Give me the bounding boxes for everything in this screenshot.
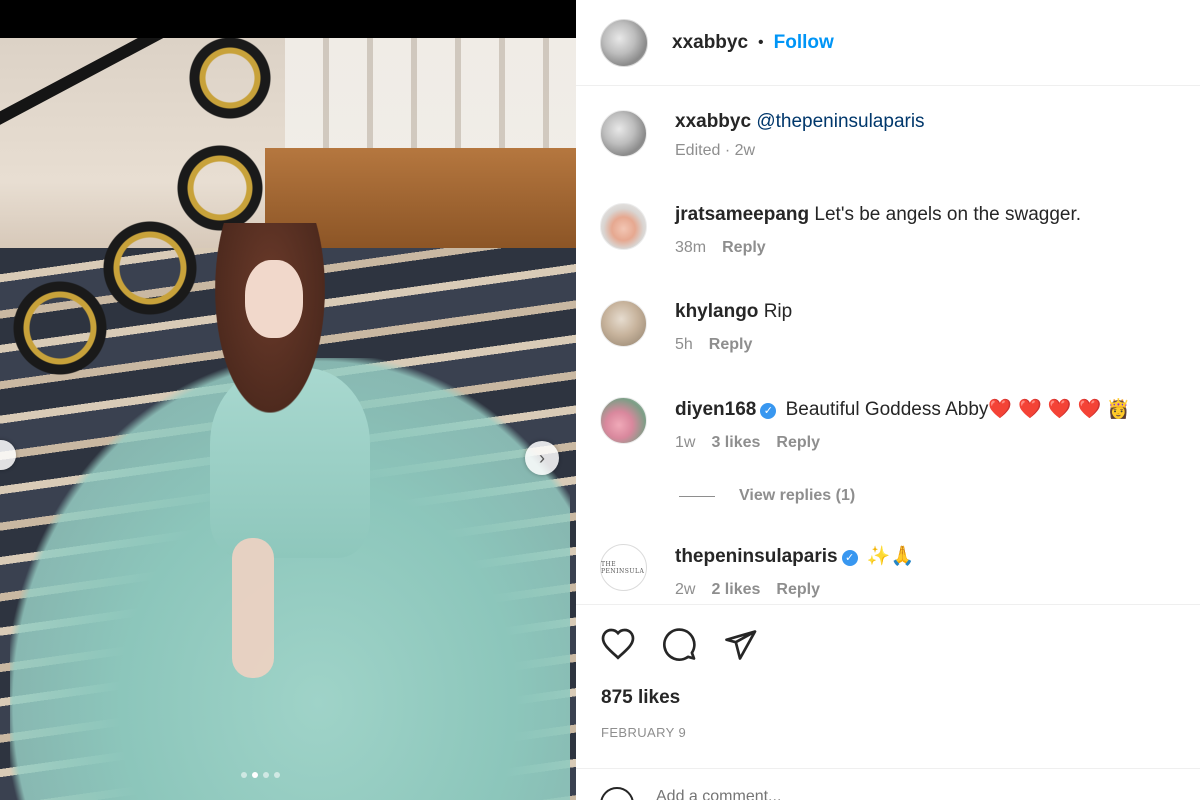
list-item: jratsameepang Let's be angels on the swa… (600, 203, 1081, 257)
carousel-dot[interactable] (252, 772, 258, 778)
comment-time: 1w (675, 434, 696, 451)
avatar[interactable]: THE PENINSULA (600, 544, 647, 591)
verified-badge-icon: ✓ (760, 403, 777, 419)
comment-likes[interactable]: 3 likes (711, 434, 760, 452)
photo-face (245, 260, 303, 338)
avatar[interactable] (600, 300, 647, 347)
caption: xxabbyc @thepeninsulaparis Edited · 2w (600, 110, 925, 160)
post-header: xxabbyc • Follow (576, 0, 1200, 86)
avatar-logo-text: THE PENINSULA (601, 560, 645, 575)
carousel-dot[interactable] (274, 772, 280, 778)
comment-text: Beautiful Goddess Abby (785, 399, 989, 420)
view-replies-divider (679, 495, 715, 497)
list-item: khylango Rip 5h Reply (600, 300, 792, 354)
comment-likes[interactable]: 2 likes (711, 581, 760, 599)
header-separator: • (758, 33, 764, 51)
reply-button[interactable]: Reply (776, 434, 820, 452)
follow-button[interactable]: Follow (774, 32, 834, 54)
carousel-dots (241, 772, 280, 778)
comment-username[interactable]: diyen168 (675, 399, 756, 420)
comment-time: 2w (675, 581, 696, 598)
reply-button[interactable]: Reply (709, 336, 753, 354)
carousel-next-button[interactable]: › (525, 441, 559, 475)
likes-count[interactable]: 875 likes (601, 687, 680, 709)
header-username[interactable]: xxabbyc (672, 32, 748, 54)
emoji-icon[interactable] (600, 787, 634, 800)
comment-text: Let's be angels on the swagger. (814, 204, 1082, 225)
post-media-pane: › (0, 0, 576, 800)
reply-button[interactable]: Reply (776, 581, 820, 599)
heart-icon[interactable] (600, 627, 636, 663)
chevron-right-icon: › (539, 447, 545, 468)
princess-emoji-icon: 👸 (1106, 398, 1131, 420)
avatar[interactable] (600, 110, 647, 157)
avatar[interactable] (600, 397, 647, 444)
post-side-panel: xxabbyc • Follow xxabbyc @thepeninsulapa… (576, 0, 1200, 800)
view-replies-label: View replies (1) (739, 487, 856, 504)
sparkles-pray-emoji-icon: ✨🙏 (866, 545, 915, 567)
comment-input[interactable] (656, 787, 1096, 800)
add-comment-bar (576, 768, 1200, 800)
share-icon[interactable] (722, 627, 758, 663)
comment-text: Rip (763, 301, 793, 322)
comment-time: 5h (675, 336, 693, 353)
comment-username[interactable]: jratsameepang (675, 204, 809, 225)
verified-badge-icon: ✓ (841, 550, 858, 566)
post-actions: 875 likes FEBRUARY 9 (576, 604, 1200, 768)
caption-username[interactable]: xxabbyc (675, 111, 751, 132)
list-item: diyen168 ✓ Beautiful Goddess Abby❤️ ❤️ ❤️… (600, 397, 1130, 452)
view-replies-button[interactable]: View replies (1) (679, 487, 855, 505)
heart-emoji-icon: ❤️ ❤️ ❤️ ❤️ (988, 398, 1102, 420)
avatar[interactable] (600, 18, 648, 67)
caption-mention[interactable]: @thepeninsulaparis (756, 111, 924, 132)
comment-username[interactable]: thepeninsulaparis (675, 546, 838, 567)
comment-username[interactable]: khylango (675, 301, 758, 322)
reply-button[interactable]: Reply (722, 239, 766, 257)
comment-icon[interactable] (661, 627, 697, 663)
post-date: FEBRUARY 9 (601, 725, 687, 740)
avatar[interactable] (600, 203, 647, 250)
carousel-dot[interactable] (241, 772, 247, 778)
list-item: THE PENINSULA thepeninsulaparis ✓ ✨🙏 2w 2… (600, 544, 914, 599)
comments-list[interactable]: xxabbyc @thepeninsulaparis Edited · 2w j… (576, 87, 1200, 604)
caption-edited: Edited · 2w (675, 142, 756, 159)
comment-time: 38m (675, 239, 707, 256)
post-photo[interactable]: › (0, 38, 576, 800)
carousel-dot[interactable] (263, 772, 269, 778)
photo-arm (232, 538, 274, 678)
